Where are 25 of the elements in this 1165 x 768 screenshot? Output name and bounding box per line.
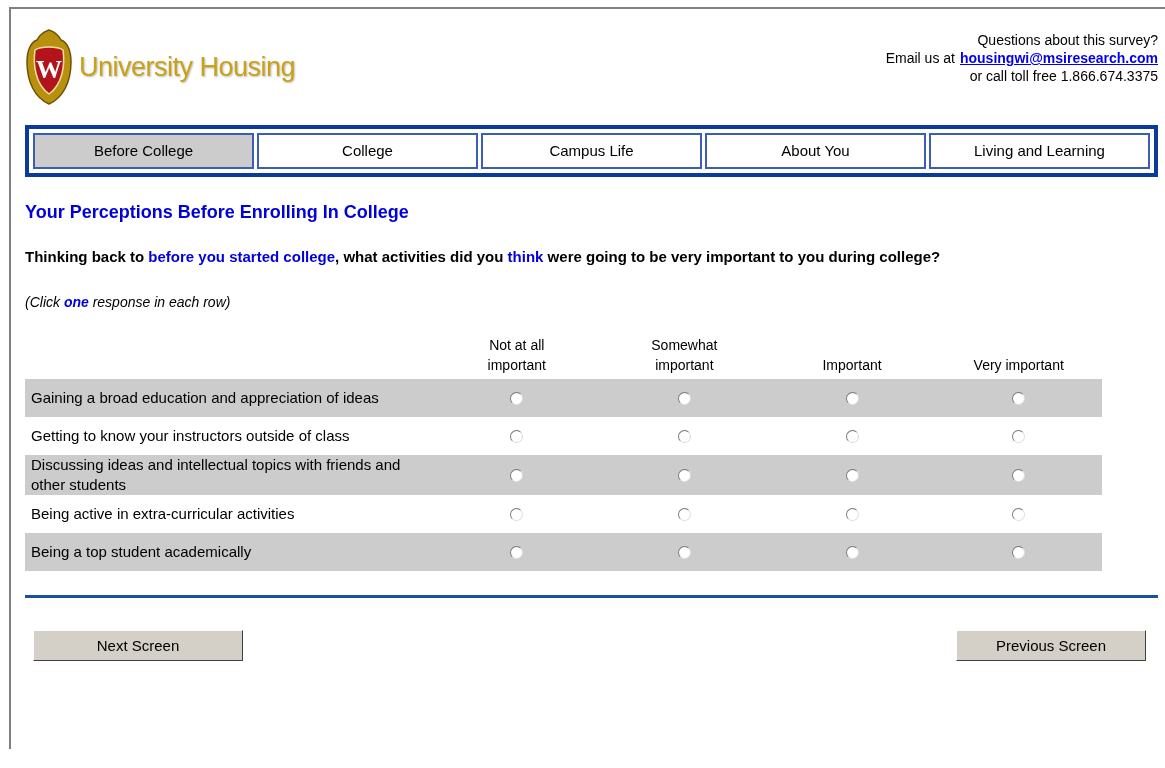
crest-logo: W <box>25 28 73 106</box>
question-item: Getting to know your instructors outside of class <box>25 417 434 455</box>
tab[interactable]: College <box>257 133 478 169</box>
site-title: University Housing <box>79 51 296 83</box>
previous-button[interactable]: Previous Screen <box>956 630 1146 661</box>
question-item: Discussing ideas and intellectual topics with friends and other students <box>25 455 434 495</box>
instruction-text: (Click one response in each row) <box>25 293 232 311</box>
page-heading: Your Perceptions Before Enrolling In College <box>25 201 410 224</box>
contact-text: Questions about this survey? <box>976 31 1158 49</box>
question-item: Being active in extra-curricular activities <box>25 495 434 533</box>
column-header: Not at all important <box>433 335 601 379</box>
tab[interactable]: Living and Learning <box>929 133 1150 169</box>
tab[interactable]: Before College <box>33 133 254 169</box>
tab[interactable]: Campus Life <box>481 133 702 169</box>
question-item: Gaining a broad education and appreciation of ideas <box>25 379 434 417</box>
column-header: Somewhat important <box>600 335 769 379</box>
question-text: Thinking back to before you started college, what activities did you think were going to be very important to you during college? <box>25 247 942 267</box>
email-link[interactable]: housingwi@msiresearch.com <box>959 49 1158 67</box>
column-header: Very important <box>935 335 1102 379</box>
next-button[interactable]: Next Screen <box>33 630 243 661</box>
question-item: Being a top student academically <box>25 533 434 571</box>
contact-text: or call toll free 1.866.674.3375 <box>968 67 1158 85</box>
tab[interactable]: About You <box>705 133 926 169</box>
contact-text: Email us at <box>885 49 955 67</box>
column-header: Important <box>768 335 936 379</box>
